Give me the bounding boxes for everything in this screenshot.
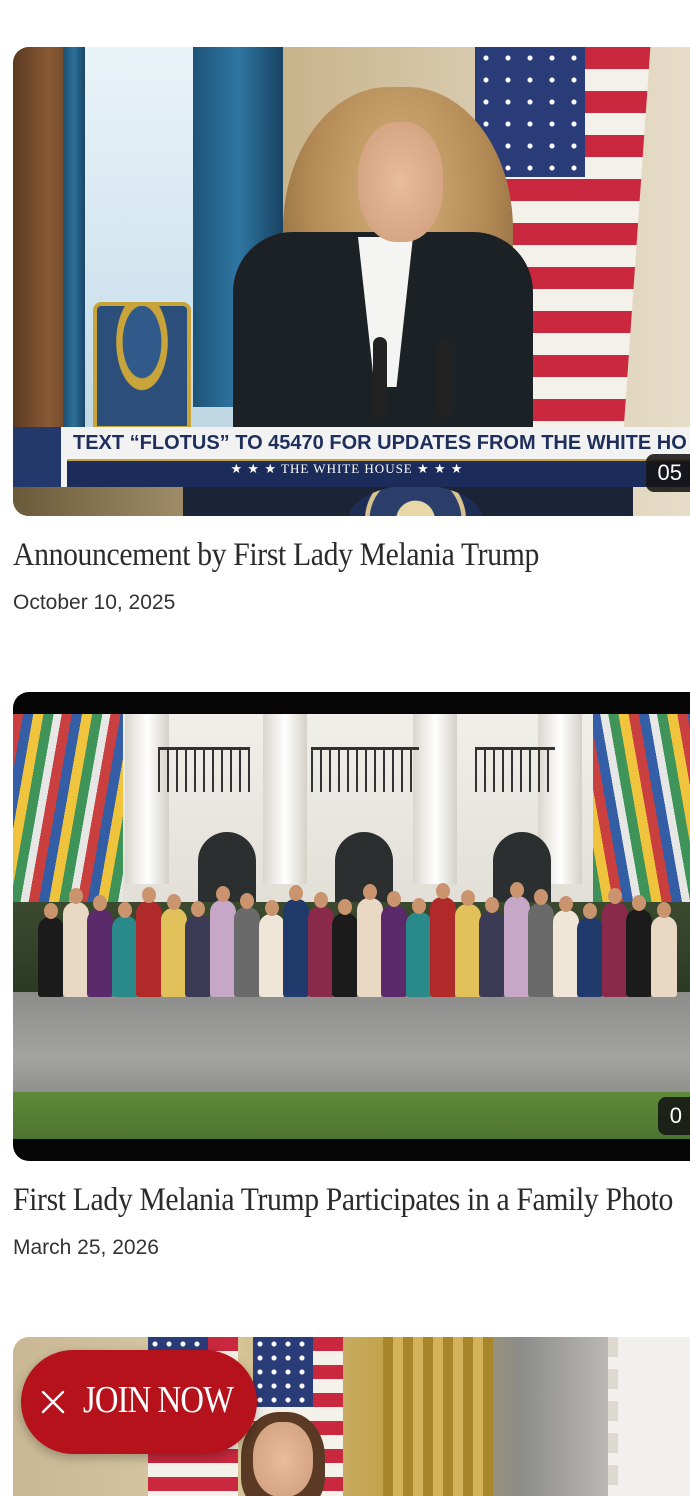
scene-person-head [265,900,279,916]
scene-person [626,909,652,997]
scene-person-head [44,903,58,919]
scene-person [406,912,432,997]
video-thumbnail[interactable]: TEXT “FLOTUS” TO 45470 FOR UPDATES FROM … [13,47,690,516]
video-date: March 25, 2026 [13,1236,159,1259]
scene-person-head [338,899,352,915]
video-duration: 0 [657,1097,690,1135]
scene-person [259,914,285,997]
scene-column [125,714,169,884]
white-house-logo-icon [13,427,61,487]
scene-person-head [191,901,205,917]
scene-person [553,910,579,997]
scene-lawn [13,1092,690,1140]
video-duration: 05 [645,454,690,492]
scene-person [234,907,260,997]
scene-person-head [461,890,475,906]
scene-person [381,905,407,997]
scene-person [455,904,481,997]
scene-microphone [373,337,387,417]
scene-person [479,911,505,997]
scene-person [283,899,309,997]
scene-driveway [13,992,690,1102]
scene-person-head [216,886,230,902]
scene-person-head [608,888,622,904]
scene-person-face [253,1422,313,1496]
close-icon[interactable] [39,1388,67,1416]
scene-curtain [383,1337,493,1496]
scene-person [332,913,358,997]
scene-person [602,902,628,997]
scene-person-head [167,894,181,910]
scene-crowd [38,867,690,997]
scene-person-head [559,896,573,912]
scene-person-head [657,902,671,918]
scene-person-head [142,887,156,903]
video-feed: TEXT “FLOTUS” TO 45470 FOR UPDATES FROM … [0,0,690,1496]
scene-person-head [583,903,597,919]
lower-third-text: TEXT “FLOTUS” TO 45470 FOR UPDATES FROM … [73,432,687,454]
scene-stamp-frame [608,1337,690,1496]
scene-person-head [240,893,254,909]
scene-column [263,714,307,884]
scene-person [577,917,603,997]
scene-person-head [436,883,450,899]
video-card[interactable]: TEXT “FLOTUS” TO 45470 FOR UPDATES FROM … [13,47,690,614]
scene-person [87,909,113,997]
join-now-label: JOIN NOW [83,1379,234,1421]
scene-person-head [363,884,377,900]
scene-person [651,916,677,997]
scene-column [413,714,457,884]
scene-person-head [534,889,548,905]
video-card[interactable]: 0 First Lady Melania Trump Participates … [13,692,690,1259]
scene-person-head [632,895,646,911]
scene-person-head [314,892,328,908]
scene-person-face [358,122,443,242]
video-thumbnail[interactable]: 0 [13,692,690,1161]
scene-person [504,896,530,997]
join-now-button[interactable]: JOIN NOW [21,1350,257,1454]
scene-person-head [387,891,401,907]
scene-person [112,916,138,997]
scene-person [136,901,162,997]
lower-third-banner-text: ★ ★ ★ THE WHITE HOUSE ★ ★ ★ [230,461,464,476]
video-title[interactable]: Announcement by First Lady Melania Trump [13,537,539,574]
scene-person [38,917,64,997]
video-date: October 10, 2025 [13,591,176,614]
scene-person [63,902,89,997]
scene-person-head [289,885,303,901]
scene-person [161,908,187,997]
scene-person [430,897,456,997]
scene-person [528,903,554,997]
scene-person-head [118,902,132,918]
letterbox-bar [13,1139,690,1161]
scene-balcony [475,747,555,792]
scene-person-head [485,897,499,913]
scene-person [210,900,236,997]
scene-flag-canton [253,1337,313,1407]
scene-person [308,906,334,997]
scene-balcony [158,747,250,792]
video-title[interactable]: First Lady Melania Trump Participates in… [13,1182,673,1219]
scene-person [185,915,211,997]
scene-person-head [69,888,83,904]
scene-curtain [63,47,85,477]
scene-chair [93,302,191,430]
scene-person-head [412,898,426,914]
scene-person-head [93,895,107,911]
scene-balcony [311,747,419,792]
letterbox-bar [13,692,690,714]
scene-person [357,898,383,997]
scene-person-head [510,882,524,898]
scene-microphone [438,337,452,417]
